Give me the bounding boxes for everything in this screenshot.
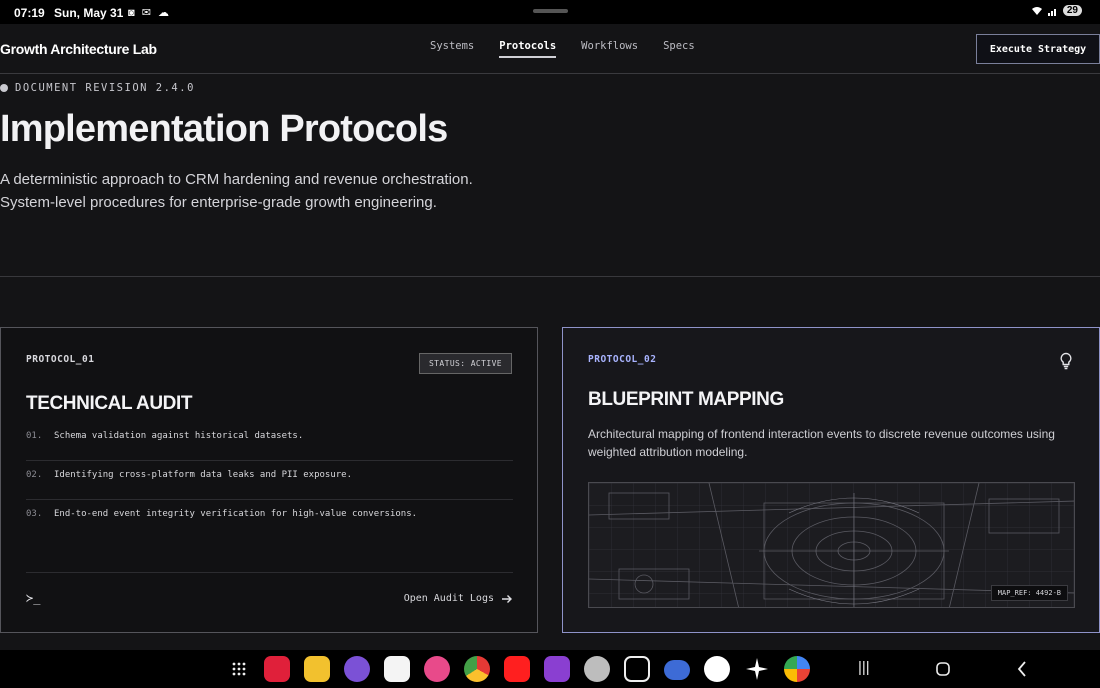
section-divider	[0, 276, 1100, 277]
card-footer: ≻_ Open Audit Logs	[26, 572, 513, 605]
app-drawer-icon[interactable]	[232, 662, 246, 676]
document-revision: DOCUMENT REVISION 2.4.0	[0, 82, 195, 94]
protocol-id: PROTOCOL_02	[588, 354, 657, 365]
card-description: Architectural mapping of frontend intera…	[588, 427, 1055, 459]
brand-logo[interactable]: Growth Architecture Lab	[0, 41, 157, 57]
android-taskbar: |||	[0, 650, 1100, 688]
date: Sun, May 31	[54, 6, 124, 20]
lead-line-1: A deterministic approach to CRM hardenin…	[0, 171, 473, 188]
status-dot-icon	[0, 84, 8, 92]
camera-icon[interactable]	[584, 656, 610, 682]
gemini-icon[interactable]	[784, 656, 810, 682]
edit-icon[interactable]	[624, 656, 650, 682]
card-title: BLUEPRINT MAPPING	[588, 389, 784, 410]
audit-checklist: 01. Schema validation against historical…	[26, 422, 513, 539]
battery-icon: 29	[1062, 5, 1082, 16]
signal-icon	[1047, 8, 1056, 16]
back-icon[interactable]	[1017, 661, 1027, 677]
arrow-right-icon	[502, 594, 512, 603]
top-navigation: Growth Architecture Lab Systems Protocol…	[0, 24, 1100, 74]
protocol-card-technical-audit: PROTOCOL_01 STATUS: ACTIVE TECHNICAL AUD…	[0, 327, 538, 633]
gallery-icon[interactable]	[424, 656, 450, 682]
drag-handle[interactable]	[533, 9, 568, 13]
main-nav: Systems Protocols Workflows Specs	[430, 40, 720, 58]
gmail-icon[interactable]	[384, 656, 410, 682]
nav-systems[interactable]: Systems	[430, 40, 474, 58]
flipboard-icon[interactable]	[264, 656, 290, 682]
page-bottom	[0, 633, 1100, 650]
viber-icon[interactable]	[344, 656, 370, 682]
blueprint-image: MAP_REF: 4492-B	[588, 482, 1075, 608]
audit-link-label: Open Audit Logs	[403, 593, 494, 604]
chrome-icon[interactable]	[464, 656, 490, 682]
apps-icon[interactable]	[544, 656, 570, 682]
system-icons: 29	[1031, 5, 1082, 16]
status-bar: 07:19 Sun, May 31 ◙ ✉ ☁ 29	[0, 0, 1100, 24]
ai-icon[interactable]	[664, 660, 690, 680]
youtube-icon[interactable]	[504, 656, 530, 682]
sync-icon[interactable]	[704, 656, 730, 682]
list-item: 01. Schema validation against historical…	[26, 422, 513, 461]
item-text: Schema validation against historical dat…	[54, 431, 304, 441]
nav-specs[interactable]: Specs	[663, 40, 695, 58]
lead-line-2: System-level procedures for enterprise-g…	[0, 194, 437, 211]
item-text: End-to-end event integrity verification …	[54, 509, 418, 519]
revision-label: DOCUMENT REVISION 2.4.0	[15, 82, 195, 94]
terminal-icon: ≻_	[26, 591, 41, 605]
page-description: A deterministic approach to CRM hardenin…	[0, 168, 520, 214]
nav-workflows[interactable]: Workflows	[581, 40, 638, 58]
map-reference-label: MAP_REF: 4492-B	[990, 585, 1068, 601]
notification-icons: ◙ ✉ ☁	[128, 7, 171, 19]
list-item: 03. End-to-end event integrity verificat…	[26, 500, 513, 539]
item-number: 01.	[26, 431, 43, 441]
protocol-id: PROTOCOL_01	[26, 354, 95, 365]
lightbulb-icon	[1060, 352, 1072, 370]
list-item: 02. Identifying cross-platform data leak…	[26, 461, 513, 500]
wifi-icon	[1031, 6, 1042, 15]
protocol-card-blueprint-mapping: PROTOCOL_02 BLUEPRINT MAPPING Architectu…	[562, 327, 1100, 633]
sparkle-icon[interactable]	[746, 658, 768, 680]
files-icon[interactable]	[304, 656, 330, 682]
home-icon[interactable]	[936, 662, 950, 676]
recent-apps-icon[interactable]: |||	[858, 659, 870, 676]
page-title: Implementation Protocols	[0, 108, 448, 150]
item-text: Identifying cross-platform data leaks an…	[54, 470, 353, 480]
clock: 07:19	[14, 6, 45, 20]
item-number: 02.	[26, 470, 43, 480]
nav-protocols[interactable]: Protocols	[499, 40, 557, 58]
execute-strategy-button[interactable]: Execute Strategy	[976, 34, 1100, 64]
status-badge: STATUS: ACTIVE	[418, 353, 512, 374]
item-number: 03.	[26, 509, 43, 519]
card-title: TECHNICAL AUDIT	[26, 393, 193, 414]
open-audit-logs-link[interactable]: Open Audit Logs	[404, 593, 513, 604]
